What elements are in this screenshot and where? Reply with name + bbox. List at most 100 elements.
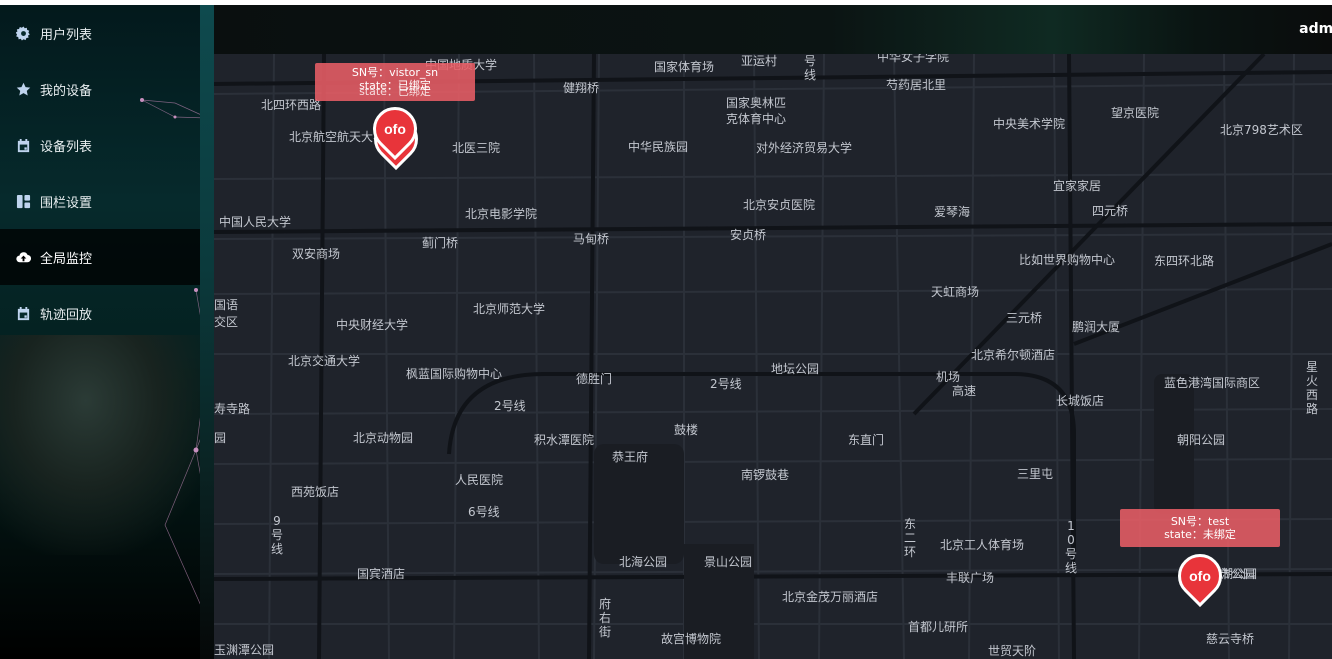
map-place-label: 三元桥 xyxy=(1006,311,1043,325)
map-place-label: 北京交通大学 xyxy=(288,354,361,368)
map-place-label: 故宫博物院 xyxy=(661,632,722,646)
map-place-label: 安贞桥 xyxy=(730,228,767,242)
map-place-label: 宜家家居 xyxy=(1053,179,1102,193)
map-place-label: 对外经济贸易大学 xyxy=(756,141,853,155)
username-label[interactable]: admi xyxy=(1299,21,1332,37)
star-icon xyxy=(15,81,31,97)
map-place-label: 北四环西路 xyxy=(261,98,322,112)
sidebar: 用户列表 我的设备 设备列表 围栏设置 全局监控 轨迹回放 xyxy=(0,5,214,659)
map-place-label: 长城饭店 xyxy=(1056,394,1105,408)
map-place-label: 9号线 xyxy=(271,514,284,556)
sidebar-item-fence-settings[interactable]: 围栏设置 xyxy=(0,173,200,229)
map-place-label: 人民医院 xyxy=(455,473,504,487)
map-place-label: 望京医院 xyxy=(1111,106,1160,120)
map-view[interactable]: 中国地质大学国家体育场亚运村号线中华女子学院北四环西路健翔桥芍药居北里北京航空航… xyxy=(214,54,1332,659)
marker-info-box: SN号：test state：未绑定 xyxy=(1120,509,1280,547)
map-place-label: 芍药居北里 xyxy=(886,78,947,92)
map-place-label: 北京电影学院 xyxy=(465,207,538,221)
map-place-label: 恭王府 xyxy=(612,450,649,464)
sidebar-item-label: 我的设备 xyxy=(40,83,93,99)
sidebar-item-user-list[interactable]: 用户列表 xyxy=(0,5,200,61)
map-place-label: 亚运村 xyxy=(741,54,778,68)
map-place-label: 中国人民大学 xyxy=(219,215,292,229)
map-place-label: 中华民族园 xyxy=(628,140,689,154)
map-place-label: 国家体育场 xyxy=(654,60,715,74)
map-place-label: 双安商场 xyxy=(292,247,341,261)
map-place-label: 2号线 xyxy=(494,399,526,413)
map-place-label: 枫蓝国际购物中心 xyxy=(406,367,503,381)
map-place-label: 中央财经大学 xyxy=(336,318,409,332)
map-place-label: 南锣鼓巷 xyxy=(741,468,790,482)
map-place-label: 鹏润大厦 xyxy=(1072,320,1121,334)
map-place-label: 府右街 xyxy=(599,597,612,639)
map-place-label: 天虹商场 xyxy=(931,285,980,299)
map-place-label: 北京安贞医院 xyxy=(743,198,816,212)
map-place-label: 园 xyxy=(214,431,227,445)
map-place-label: 北京798艺术区 xyxy=(1220,123,1303,137)
sidebar-item-label: 轨迹回放 xyxy=(40,307,93,323)
calendar-icon xyxy=(15,305,31,321)
map-place-label: 比如世界购物中心 xyxy=(1019,253,1116,267)
map-place-label: 景山公园 xyxy=(704,555,753,569)
sidebar-item-label: 全局监控 xyxy=(40,251,93,267)
map-place-label: 蓝色港湾国际商区 xyxy=(1164,376,1261,390)
map-place-label: 交区 xyxy=(214,315,239,329)
map-place-label: 高速 xyxy=(952,384,977,398)
map-place-label: 国语 xyxy=(214,298,239,312)
map-place-label: 北医三院 xyxy=(452,141,501,155)
device-marker[interactable]: ofo xyxy=(1168,544,1232,610)
marker-sn-label: SN号：vistor_sn xyxy=(351,66,439,79)
map-place-label: 朝阳公园 xyxy=(1177,433,1226,447)
map-place-label: 北京工人体育场 xyxy=(940,538,1025,552)
map-place-label: 10号线 xyxy=(1065,519,1078,575)
map-place-label: 东四环北路 xyxy=(1154,254,1215,268)
sidebar-item-my-devices[interactable]: 我的设备 xyxy=(0,61,200,117)
sidebar-item-device-list[interactable]: 设备列表 xyxy=(0,117,200,173)
marker-info-box: SN号：vistor_sn state：已绑定 state：已绑定 xyxy=(315,63,475,101)
calendar-icon xyxy=(15,137,31,153)
map-place-label: 德胜门 xyxy=(576,372,613,386)
map-place-label: 6号线 xyxy=(468,505,500,519)
cloud-upload-icon xyxy=(15,249,31,265)
sidebar-edge xyxy=(200,5,214,659)
map-place-label: 慈云寺桥 xyxy=(1206,632,1255,646)
sidebar-menu: 用户列表 我的设备 设备列表 围栏设置 全局监控 轨迹回放 xyxy=(0,5,200,341)
map-place-label: 寿寺路 xyxy=(214,402,251,416)
sidebar-item-label: 围栏设置 xyxy=(40,195,93,211)
marker-state-label: state：未绑定 xyxy=(1164,528,1236,541)
map-place-label: 北京希尔顿酒店 xyxy=(971,348,1056,362)
map-place-label: 北海公园 xyxy=(619,555,668,569)
map-place-label: 机场 xyxy=(936,370,961,384)
map-place-label: 北京动物园 xyxy=(353,431,414,445)
map-place-label: 蓟门桥 xyxy=(422,236,459,250)
marker-sn-label: SN号：test xyxy=(1170,515,1230,528)
map-place-label: 中华女子学院 xyxy=(877,54,950,64)
map-place-label: 号 xyxy=(804,54,817,68)
map-place-label: 北京金茂万丽酒店 xyxy=(782,590,879,604)
sidebar-item-label: 设备列表 xyxy=(40,139,93,155)
sidebar-item-track-playback[interactable]: 轨迹回放 xyxy=(0,285,200,341)
map-place-label: 中央美术学院 xyxy=(993,117,1066,131)
sidebar-item-global-monitor[interactable]: 全局监控 xyxy=(0,229,200,285)
map-place-label: 三里屯 xyxy=(1017,467,1054,481)
marker-state-label-overlap: state：已绑定 xyxy=(359,85,431,98)
top-header: admi xyxy=(214,5,1332,54)
map-place-label: 线 xyxy=(804,68,817,82)
device-marker[interactable]: ofo xyxy=(363,97,427,163)
sidebar-item-label: 用户列表 xyxy=(40,27,93,43)
ofo-logo-icon: ofo xyxy=(1184,560,1216,592)
map-place-label: 西苑饭店 xyxy=(291,485,340,499)
map-place-label: 星火西路 xyxy=(1306,360,1319,416)
map-place-label: 积水潭医院 xyxy=(534,433,595,447)
map-place-label: 北京航空航天大学 xyxy=(289,130,386,144)
ofo-logo-icon: ofo xyxy=(379,113,411,145)
map-place-label: 北京师范大学 xyxy=(473,302,546,316)
map-place-label: 爱琴海 xyxy=(934,205,971,219)
map-place-label: 玉渊潭公园 xyxy=(214,643,275,657)
map-place-label: 东直门 xyxy=(848,433,885,447)
map-place-label: 地坛公园 xyxy=(771,362,820,376)
map-place-label: 马甸桥 xyxy=(573,232,610,246)
layout-icon xyxy=(15,193,31,209)
map-place-label: 国家奥林匹 xyxy=(726,96,787,110)
map-place-label: 国宾酒店 xyxy=(357,567,406,581)
